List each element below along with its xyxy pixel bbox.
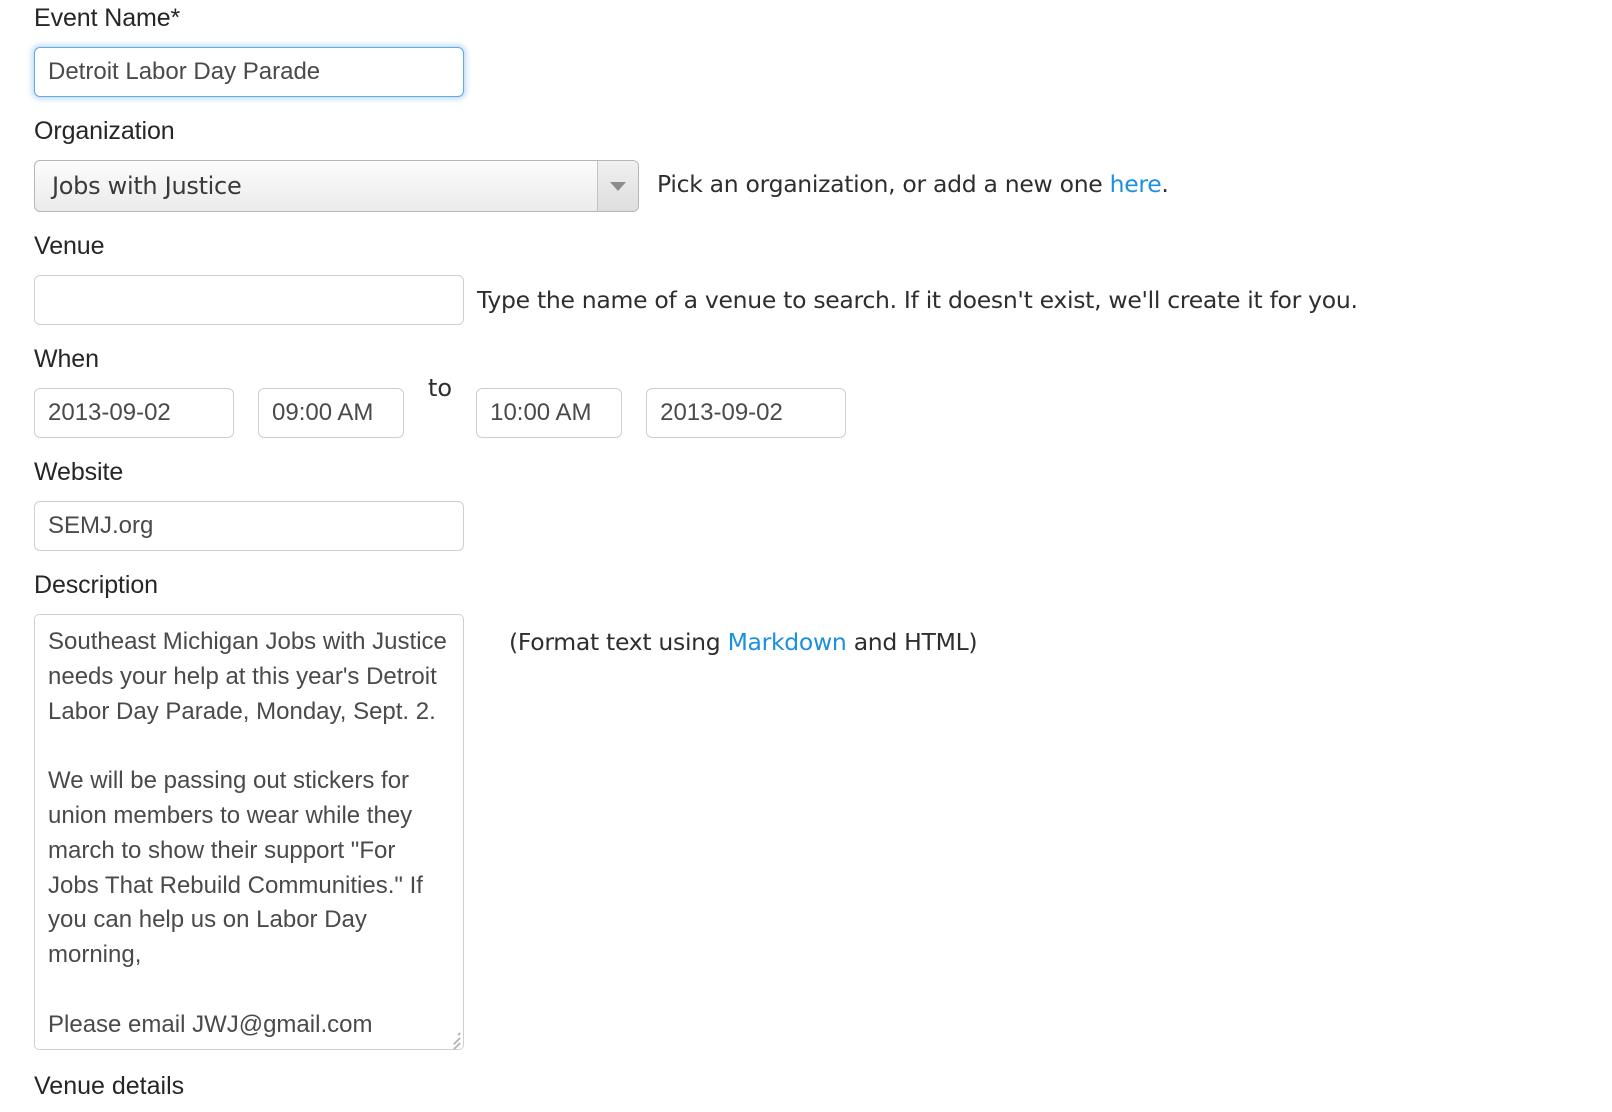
venue-help-text: Type the name of a venue to search. If i… bbox=[477, 286, 1358, 314]
description-help-prefix: (Format text using bbox=[509, 628, 728, 656]
organization-selected-value: Jobs with Justice bbox=[52, 172, 242, 200]
when-row: to bbox=[34, 376, 1612, 438]
start-time-input[interactable] bbox=[258, 388, 404, 438]
organization-label: Organization bbox=[34, 117, 175, 145]
website-input[interactable] bbox=[34, 501, 464, 551]
event-name-label: Event Name* bbox=[34, 4, 181, 32]
event-form: Event Name* Organization Jobs with Justi… bbox=[0, 4, 1612, 1099]
description-help-text: (Format text using Markdown and HTML) bbox=[509, 628, 978, 656]
description-help-suffix: and HTML) bbox=[846, 628, 978, 656]
organization-help-prefix: Pick an organization, or add a new one bbox=[657, 170, 1110, 198]
event-name-input[interactable] bbox=[34, 47, 464, 97]
organization-select[interactable]: Jobs with Justice bbox=[34, 160, 639, 212]
chevron-down-icon bbox=[610, 181, 626, 191]
organization-add-new-link[interactable]: here bbox=[1110, 170, 1162, 198]
description-textarea-value: Southeast Michigan Jobs with Justice nee… bbox=[48, 628, 447, 1038]
organization-dropdown-button[interactable] bbox=[597, 161, 638, 211]
when-separator: to bbox=[428, 374, 453, 402]
venue-label: Venue bbox=[34, 232, 105, 260]
venue-details-label: Venue details bbox=[34, 1072, 185, 1100]
when-label: When bbox=[34, 345, 99, 373]
resize-grip-icon[interactable] bbox=[444, 1030, 461, 1049]
end-date-input[interactable] bbox=[646, 388, 847, 438]
venue-input[interactable] bbox=[34, 275, 464, 325]
description-row: Southeast Michigan Jobs with Justice nee… bbox=[34, 614, 1612, 1050]
website-label: Website bbox=[34, 458, 124, 486]
markdown-link[interactable]: Markdown bbox=[728, 628, 847, 656]
description-label: Description bbox=[34, 571, 158, 599]
start-date-input[interactable] bbox=[34, 388, 234, 438]
description-textarea[interactable]: Southeast Michigan Jobs with Justice nee… bbox=[34, 614, 464, 1050]
organization-help-text: Pick an organization, or add a new one h… bbox=[657, 170, 1169, 198]
end-time-input[interactable] bbox=[476, 388, 623, 438]
organization-help-suffix: . bbox=[1161, 170, 1169, 198]
